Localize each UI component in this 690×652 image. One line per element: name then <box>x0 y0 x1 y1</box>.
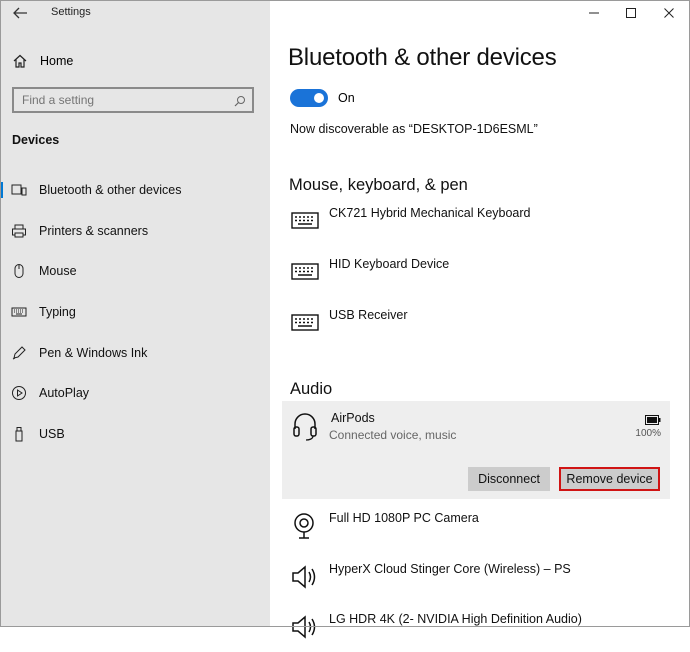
search-input[interactable] <box>22 92 222 108</box>
device-name: HID Keyboard Device <box>329 257 450 271</box>
keyboard-icon <box>290 308 320 338</box>
device-name: HyperX Cloud Stinger Core (Wireless) – P… <box>329 562 571 576</box>
usb-icon <box>11 426 27 442</box>
device-item[interactable]: HID Keyboard Device <box>290 257 670 297</box>
selection-indicator <box>0 182 3 198</box>
toggle-knob <box>314 93 324 103</box>
remove-device-button[interactable]: Remove device <box>559 467 660 491</box>
sidebar-item-pen[interactable]: Pen & Windows Ink <box>0 341 270 365</box>
device-item[interactable]: HyperX Cloud Stinger Core (Wireless) – P… <box>290 562 670 602</box>
device-name: Full HD 1080P PC Camera <box>329 511 479 525</box>
sidebar-item-bluetooth[interactable]: Bluetooth & other devices <box>0 178 270 202</box>
audio-heading: Audio <box>290 380 333 398</box>
headset-icon <box>292 411 318 441</box>
disconnect-button[interactable]: Disconnect <box>468 467 550 491</box>
device-item[interactable]: USB Receiver <box>290 308 670 348</box>
sidebar-item-label: Bluetooth & other devices <box>39 183 182 197</box>
bluetooth-toggle[interactable] <box>290 89 328 107</box>
device-name: LG HDR 4K (2- NVIDIA High Definition Aud… <box>329 612 582 626</box>
battery-percentage: 100% <box>635 428 661 439</box>
section-label-devices: Devices <box>12 133 60 147</box>
maximize-icon[interactable] <box>622 4 640 22</box>
mouse-keyboard-pen-heading: Mouse, keyboard, & pen <box>289 176 468 194</box>
sidebar-item-label: AutoPlay <box>39 386 90 400</box>
sidebar-item-label: Printers & scanners <box>39 224 149 238</box>
nav-home[interactable]: Home <box>12 52 73 70</box>
device-item[interactable]: Full HD 1080P PC Camera <box>290 511 670 551</box>
close-icon[interactable] <box>660 4 678 22</box>
minimize-icon[interactable] <box>585 4 603 22</box>
mouse-icon <box>11 263 27 279</box>
device-name: CK721 Hybrid Mechanical Keyboard <box>329 206 531 220</box>
home-icon <box>12 53 28 69</box>
sidebar-item-label: Mouse <box>39 264 77 278</box>
webcam-icon <box>290 511 320 541</box>
keyboard-icon <box>11 304 27 320</box>
pen-icon <box>11 345 27 361</box>
keyboard-icon <box>290 206 320 236</box>
speaker-icon <box>290 562 320 592</box>
sidebar-item-typing[interactable]: Typing <box>0 300 270 324</box>
discoverable-text: Now discoverable as “DESKTOP-1D6ESML” <box>290 122 538 136</box>
search-box[interactable] <box>12 87 254 113</box>
back-arrow-icon[interactable] <box>11 5 29 21</box>
sidebar-item-printers[interactable]: Printers & scanners <box>0 219 270 243</box>
search-icon[interactable] <box>234 94 246 107</box>
battery-icon <box>645 412 661 425</box>
bluetooth-devices-icon <box>11 182 27 198</box>
home-label: Home <box>40 54 74 68</box>
sidebar-item-usb[interactable]: USB <box>0 422 270 446</box>
sidebar-item-label: Typing <box>39 305 76 319</box>
page-title: Bluetooth & other devices <box>288 44 557 71</box>
device-name: AirPods <box>331 411 375 425</box>
window-title: Settings <box>51 6 91 18</box>
device-item[interactable]: LG HDR 4K (2- NVIDIA High Definition Aud… <box>290 612 670 652</box>
device-item[interactable]: CK721 Hybrid Mechanical Keyboard <box>290 206 670 246</box>
bluetooth-toggle-state: On <box>338 91 355 105</box>
printer-icon <box>11 223 27 239</box>
sidebar-item-mouse[interactable]: Mouse <box>0 259 270 283</box>
device-name: USB Receiver <box>329 308 408 322</box>
autoplay-icon <box>11 385 27 401</box>
sidebar-item-label: USB <box>39 427 65 441</box>
sidebar-item-autoplay[interactable]: AutoPlay <box>0 381 270 405</box>
audio-device-card-selected[interactable]: AirPods Connected voice, music 100% Disc… <box>282 401 670 499</box>
sidebar: Settings Home Devices Bluetooth & other … <box>0 0 270 627</box>
keyboard-icon <box>290 257 320 287</box>
device-status: Connected voice, music <box>329 428 457 442</box>
sidebar-item-label: Pen & Windows Ink <box>39 346 148 360</box>
speaker-icon <box>290 612 320 642</box>
